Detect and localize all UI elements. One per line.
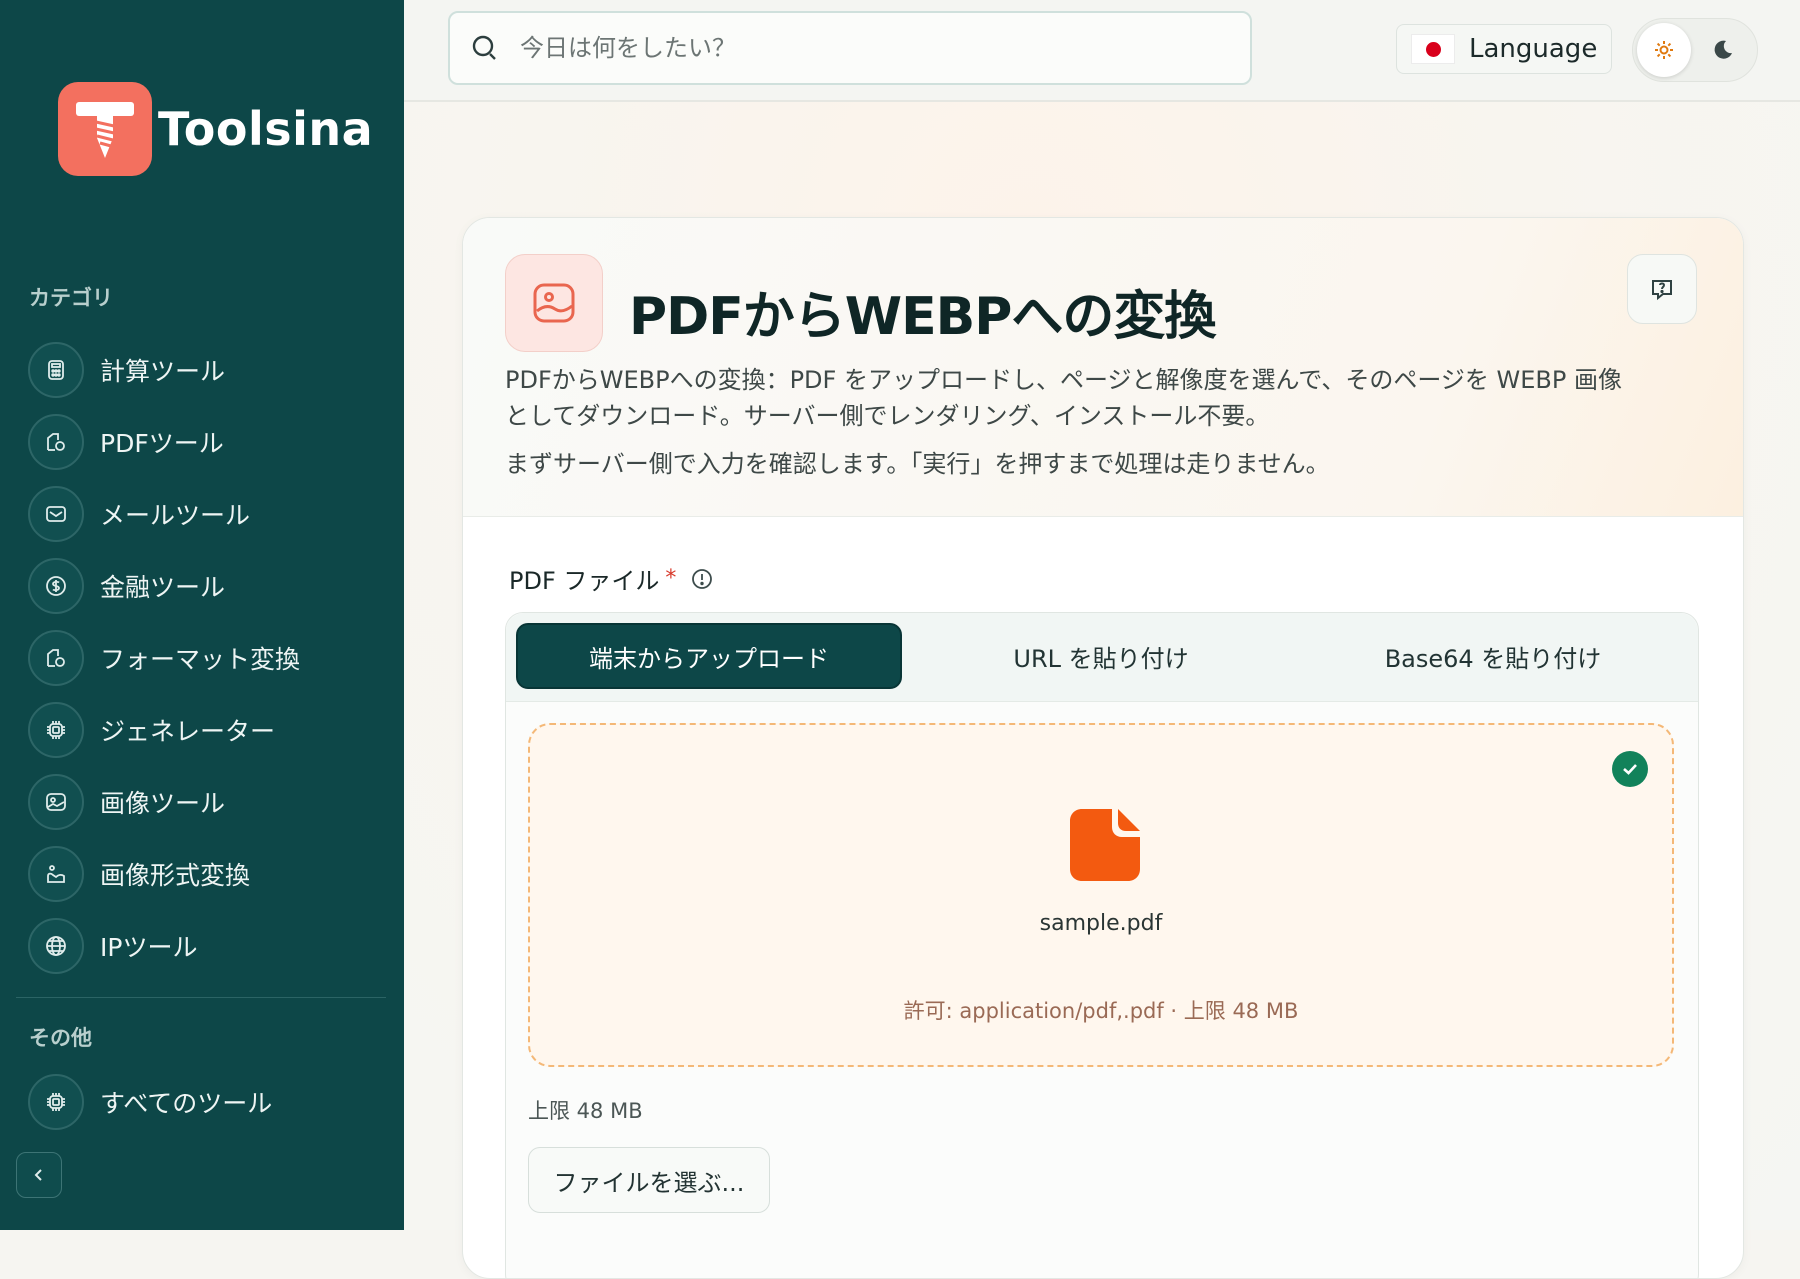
category-nav: 計算ツール PDFツール メールツール 金融ツール フォーマット変換 ジェネレー…	[28, 334, 388, 982]
help-chat-icon	[1652, 280, 1672, 301]
sun-icon[interactable]	[1637, 23, 1691, 77]
shapes-icon	[28, 630, 84, 686]
sidebar-item-image-convert[interactable]: 画像形式変換	[28, 838, 388, 910]
sidebar-item-ip[interactable]: IPツール	[28, 910, 388, 982]
other-label: その他	[29, 1026, 92, 1050]
sidebar-item-label: IPツール	[100, 933, 198, 962]
tab-paste-url[interactable]: URL を貼り付け	[908, 623, 1294, 689]
sidebar-item-label: フォーマット変換	[100, 645, 301, 674]
check-icon	[1612, 751, 1648, 787]
required-mark: *	[665, 566, 677, 591]
sidebar-item-all-tools[interactable]: すべてのツール	[28, 1066, 388, 1138]
categories-label: カテゴリ	[29, 286, 113, 310]
other-nav: すべてのツール	[28, 1066, 388, 1138]
sidebar-item-pdf[interactable]: PDFツール	[28, 406, 388, 478]
sidebar-item-format-convert[interactable]: フォーマット変換	[28, 622, 388, 694]
image-icon	[28, 774, 84, 830]
choose-file-button[interactable]: ファイルを選ぶ...	[528, 1147, 770, 1213]
size-limit-text: 上限 48 MB	[528, 1099, 643, 1123]
info-icon[interactable]	[690, 567, 714, 591]
chip-icon	[28, 702, 84, 758]
topbar: Language	[404, 0, 1800, 102]
sidebar-item-label: 計算ツール	[100, 357, 226, 386]
brand-logo[interactable]: Toolsina	[58, 82, 373, 176]
sidebar: Toolsina カテゴリ 計算ツール PDFツール メールツール 金融ツール	[0, 0, 404, 1230]
help-button[interactable]	[1627, 254, 1697, 324]
sidebar-divider	[16, 997, 386, 998]
input-source-panel: 端末からアップロード URL を貼り付け Base64 を貼り付け sample…	[505, 612, 1699, 1278]
tool-card: PDFからWEBPへの変換 PDFからWEBPへの変換：PDF をアップロードし…	[462, 217, 1744, 1279]
file-icon	[1070, 809, 1140, 881]
search-input[interactable]	[518, 33, 1222, 63]
sidebar-item-label: ジェネレーター	[100, 717, 276, 746]
sidebar-item-image[interactable]: 画像ツール	[28, 766, 388, 838]
moon-icon[interactable]	[1709, 36, 1737, 64]
logo-screw-icon	[58, 82, 152, 176]
tool-header: PDFからWEBPへの変換 PDFからWEBPへの変換：PDF をアップロードし…	[463, 218, 1743, 517]
sidebar-item-label: 画像ツール	[100, 789, 226, 818]
file-dropzone[interactable]: sample.pdf 許可: application/pdf,.pdf · 上限…	[528, 723, 1674, 1067]
language-button[interactable]: Language	[1396, 24, 1612, 74]
image-icon	[505, 254, 603, 352]
mail-icon	[28, 486, 84, 542]
tab-upload-device[interactable]: 端末からアップロード	[516, 623, 902, 689]
sidebar-item-generator[interactable]: ジェネレーター	[28, 694, 388, 766]
sidebar-item-finance[interactable]: 金融ツール	[28, 550, 388, 622]
sidebar-item-calculator[interactable]: 計算ツール	[28, 334, 388, 406]
pdf-shapes-icon	[28, 414, 84, 470]
search-icon	[470, 33, 500, 63]
brand-name: Toolsina	[158, 102, 374, 156]
sidebar-item-mail[interactable]: メールツール	[28, 478, 388, 550]
allowed-types-text: 許可: application/pdf,.pdf · 上限 48 MB	[903, 999, 1299, 1023]
tool-note: まずサーバー側で入力を確認します。「実行」を押すまで処理は走りません。	[505, 450, 1330, 478]
search-box[interactable]	[448, 11, 1252, 85]
collapse-sidebar-button[interactable]	[16, 1152, 62, 1198]
tab-paste-base64[interactable]: Base64 を貼り付け	[1300, 623, 1686, 689]
tool-description: PDFからWEBPへの変換：PDF をアップロードし、ページと解像度を選んで、そ…	[505, 366, 1622, 430]
theme-toggle[interactable]	[1632, 18, 1758, 82]
language-label: Language	[1469, 34, 1598, 64]
dollar-icon	[28, 558, 84, 614]
selected-file-name: sample.pdf	[1039, 911, 1163, 936]
image-convert-icon	[28, 846, 84, 902]
pdf-file-label: PDF ファイル *	[509, 561, 714, 596]
chevron-left-icon	[34, 1169, 42, 1181]
sidebar-item-label: すべてのツール	[100, 1089, 273, 1118]
pdf-file-label-text: PDF ファイル	[509, 567, 660, 595]
input-source-tabs: 端末からアップロード URL を貼り付け Base64 を貼り付け	[506, 613, 1698, 702]
chip-icon	[28, 1074, 84, 1130]
sidebar-item-label: PDFツール	[100, 429, 224, 458]
japan-flag-icon	[1411, 34, 1455, 64]
sidebar-item-label: 画像形式変換	[100, 861, 251, 890]
sidebar-item-label: メールツール	[100, 501, 251, 530]
calculator-icon	[28, 342, 84, 398]
page-title: PDFからWEBPへの変換	[629, 287, 1216, 347]
sidebar-item-label: 金融ツール	[100, 573, 226, 602]
globe-icon	[28, 918, 84, 974]
